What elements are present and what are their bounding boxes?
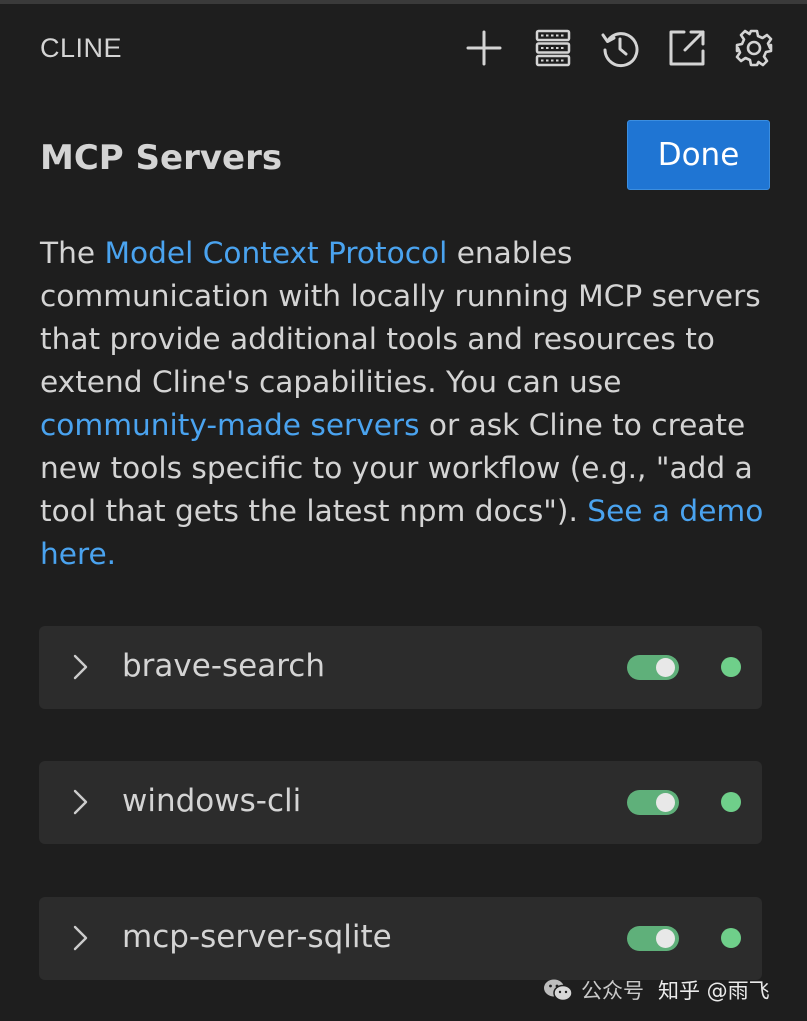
server-status-dot [721, 792, 741, 812]
watermark-label: 公众号 [581, 979, 644, 1003]
gear-icon[interactable] [734, 28, 774, 68]
server-name: windows-cli [122, 783, 302, 819]
titlebar: CLINE [0, 0, 807, 100]
server-enable-toggle[interactable] [627, 655, 679, 680]
done-button[interactable]: Done [627, 120, 770, 190]
mcp-servers-icon[interactable] [533, 28, 573, 68]
history-icon[interactable] [600, 28, 640, 68]
chevron-right-icon[interactable] [67, 923, 93, 953]
open-external-icon[interactable] [667, 28, 707, 68]
server-enable-toggle[interactable] [627, 790, 679, 815]
toggle-knob [656, 793, 675, 812]
server-enable-toggle[interactable] [627, 926, 679, 951]
model-context-protocol-link[interactable]: Model Context Protocol [104, 236, 447, 270]
chevron-right-icon[interactable] [67, 652, 93, 682]
server-name: brave-search [122, 648, 325, 684]
description-text-1: The [40, 236, 105, 270]
chevron-right-icon[interactable] [67, 787, 93, 817]
mcp-header: MCP Servers Done [0, 110, 807, 200]
server-row-windows-cli[interactable]: windows-cli [39, 761, 762, 844]
plus-icon[interactable] [464, 28, 504, 68]
mcp-description: The Model Context Protocol enables commu… [40, 232, 780, 576]
server-status-dot [721, 928, 741, 948]
server-row-mcp-server-sqlite[interactable]: mcp-server-sqlite [39, 897, 762, 980]
wechat-icon [544, 979, 573, 1002]
app-title: CLINE [40, 33, 123, 63]
watermark-author: 知乎 @雨飞 [658, 979, 770, 1003]
toggle-knob [656, 658, 675, 677]
watermark: 公众号 知乎 @雨飞 [543, 973, 770, 1007]
server-row-brave-search[interactable]: brave-search [39, 626, 762, 709]
community-servers-link[interactable]: community-made servers [40, 408, 420, 442]
toggle-knob [656, 929, 675, 948]
server-status-dot [721, 657, 741, 677]
page-title: MCP Servers [40, 138, 283, 178]
server-name: mcp-server-sqlite [122, 919, 392, 955]
